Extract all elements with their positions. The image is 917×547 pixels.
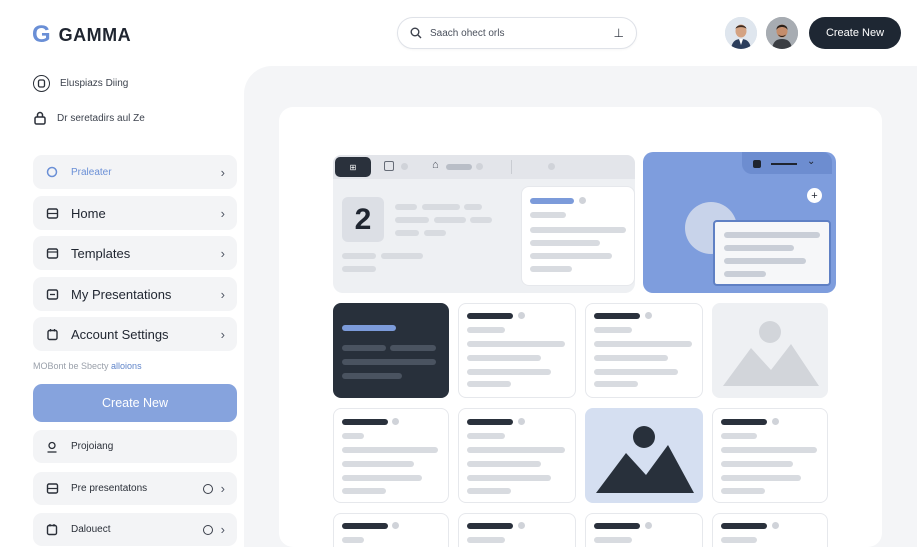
chevron-right-icon: ›: [220, 164, 225, 180]
sidebar-item-praleater[interactable]: Praleater ›: [33, 155, 237, 189]
home-icon: [45, 206, 59, 220]
image-placeholder-card[interactable]: [712, 303, 828, 398]
presentation-icon: [45, 482, 59, 496]
text-line: [395, 230, 419, 236]
sidebar-item-pre-presentations[interactable]: Pre presentatons ›: [33, 472, 237, 505]
document-icon: [45, 523, 59, 537]
text-line: [424, 230, 446, 236]
text-line: [434, 217, 466, 223]
sidebar-item-label: My Presentations: [71, 286, 172, 302]
search-input[interactable]: Saach ohect orls: [430, 28, 606, 39]
hint-text: MOBont be Sbecty: [33, 361, 112, 371]
sidebar-item-label: Pre presentatons: [71, 483, 148, 494]
chevron-right-icon: ›: [220, 481, 225, 496]
sidebar-item-home[interactable]: Home ›: [33, 196, 237, 230]
text-line: [470, 217, 492, 223]
sidebar-item-label: Home: [71, 205, 106, 221]
text-line: [530, 240, 600, 246]
card-dot: [579, 197, 586, 204]
text-line: [381, 253, 423, 259]
dark-slide-card[interactable]: [333, 303, 449, 398]
sidebar-item-label: Account Settings: [71, 326, 169, 342]
text-line: [530, 198, 574, 204]
create-new-button[interactable]: Create New: [809, 17, 901, 49]
search-submit-icon[interactable]: ⊥: [614, 26, 624, 40]
user-avatar-2-icon: [766, 17, 798, 49]
status-circle-icon: [202, 524, 213, 535]
slide-toolbar: [333, 155, 635, 179]
search-icon: [410, 27, 422, 39]
lock-icon: [34, 111, 46, 125]
avatar[interactable]: [766, 17, 798, 49]
slide-number: 2: [342, 197, 384, 242]
text-line: [342, 253, 376, 259]
text-line: [395, 217, 429, 223]
chevron-right-icon: ›: [220, 286, 225, 302]
panel-line: [771, 163, 797, 165]
user-avatar-1-icon: [725, 17, 757, 49]
toolbar-dot: [401, 163, 408, 170]
text-line: [342, 266, 376, 272]
add-icon[interactable]: +: [807, 188, 822, 203]
logo-text: GAMMA: [58, 24, 132, 45]
text-line: [464, 204, 482, 210]
text-line: [422, 204, 460, 210]
sidebar-hint: MOBont be Sbecty alloions: [33, 361, 142, 371]
sidebar-item-projoiang[interactable]: Projoiang: [33, 430, 237, 463]
app-window: G GAMMA Saach ohect orls ⊥ Create New El…: [0, 0, 917, 547]
mountain-image-icon: [596, 426, 694, 493]
text-line: [530, 266, 572, 272]
sidebar-create-new-button[interactable]: Create New: [33, 384, 237, 422]
hint-link[interactable]: alloions: [111, 361, 142, 371]
sidebar-item-dalouect[interactable]: Dalouect ›: [33, 513, 237, 546]
circle-icon: [45, 165, 59, 179]
sidebar-link[interactable]: Dr seretadirs aul Ze: [33, 111, 145, 125]
overlay-card[interactable]: [713, 220, 831, 286]
sidebar-item-my-presentations[interactable]: My Presentations ›: [33, 277, 237, 311]
sidebar-item-label: Praleater: [71, 166, 112, 178]
toolbar-divider: [511, 160, 512, 174]
templates-icon: [45, 246, 59, 260]
circle-person-icon: [33, 75, 50, 92]
settings-icon: [45, 327, 59, 341]
presentations-icon: [45, 287, 59, 301]
person-icon: [45, 440, 59, 454]
text-line: [530, 253, 612, 259]
chevron-down-icon[interactable]: ⌄: [807, 156, 815, 167]
text-line: [530, 227, 626, 233]
sidebar-link-label: Eluspiazs Diing: [60, 78, 129, 89]
image-placeholder-icon: [723, 321, 819, 386]
sidebar-item-label: Templates: [71, 245, 131, 261]
toolbar-slider[interactable]: [446, 164, 472, 170]
sidebar-item-templates[interactable]: Templates ›: [33, 236, 237, 270]
chevron-right-icon: ›: [220, 245, 225, 261]
avatar[interactable]: [725, 17, 757, 49]
image-card[interactable]: [585, 408, 703, 503]
chevron-right-icon: ›: [220, 326, 225, 342]
blue-slide-panel[interactable]: ⌄ +: [643, 152, 836, 293]
text-line: [530, 212, 566, 218]
text-line: [395, 204, 417, 210]
logo-mark: G: [32, 21, 51, 48]
toolbar-dot: [476, 163, 483, 170]
chevron-right-icon: ›: [220, 522, 225, 537]
sidebar-item-account-settings[interactable]: Account Settings ›: [33, 317, 237, 351]
logo[interactable]: G GAMMA: [32, 22, 131, 48]
sidebar-item-label: Dalouect: [71, 524, 111, 535]
search-bar[interactable]: Saach ohect orls ⊥: [397, 17, 637, 49]
toolbar-dot: [548, 163, 555, 170]
status-circle-icon: [202, 483, 213, 494]
sidebar-link-label: Dr seretadirs aul Ze: [57, 112, 145, 124]
shape-icon[interactable]: ⌂: [432, 159, 439, 171]
panel-icon[interactable]: [753, 160, 761, 168]
sidebar-item-label: Projoiang: [71, 441, 114, 452]
chevron-right-icon: ›: [220, 205, 225, 221]
grid-view-button[interactable]: ⊞: [335, 157, 371, 177]
sidebar-link[interactable]: Eluspiazs Diing: [33, 75, 128, 92]
copy-icon[interactable]: [384, 161, 394, 171]
